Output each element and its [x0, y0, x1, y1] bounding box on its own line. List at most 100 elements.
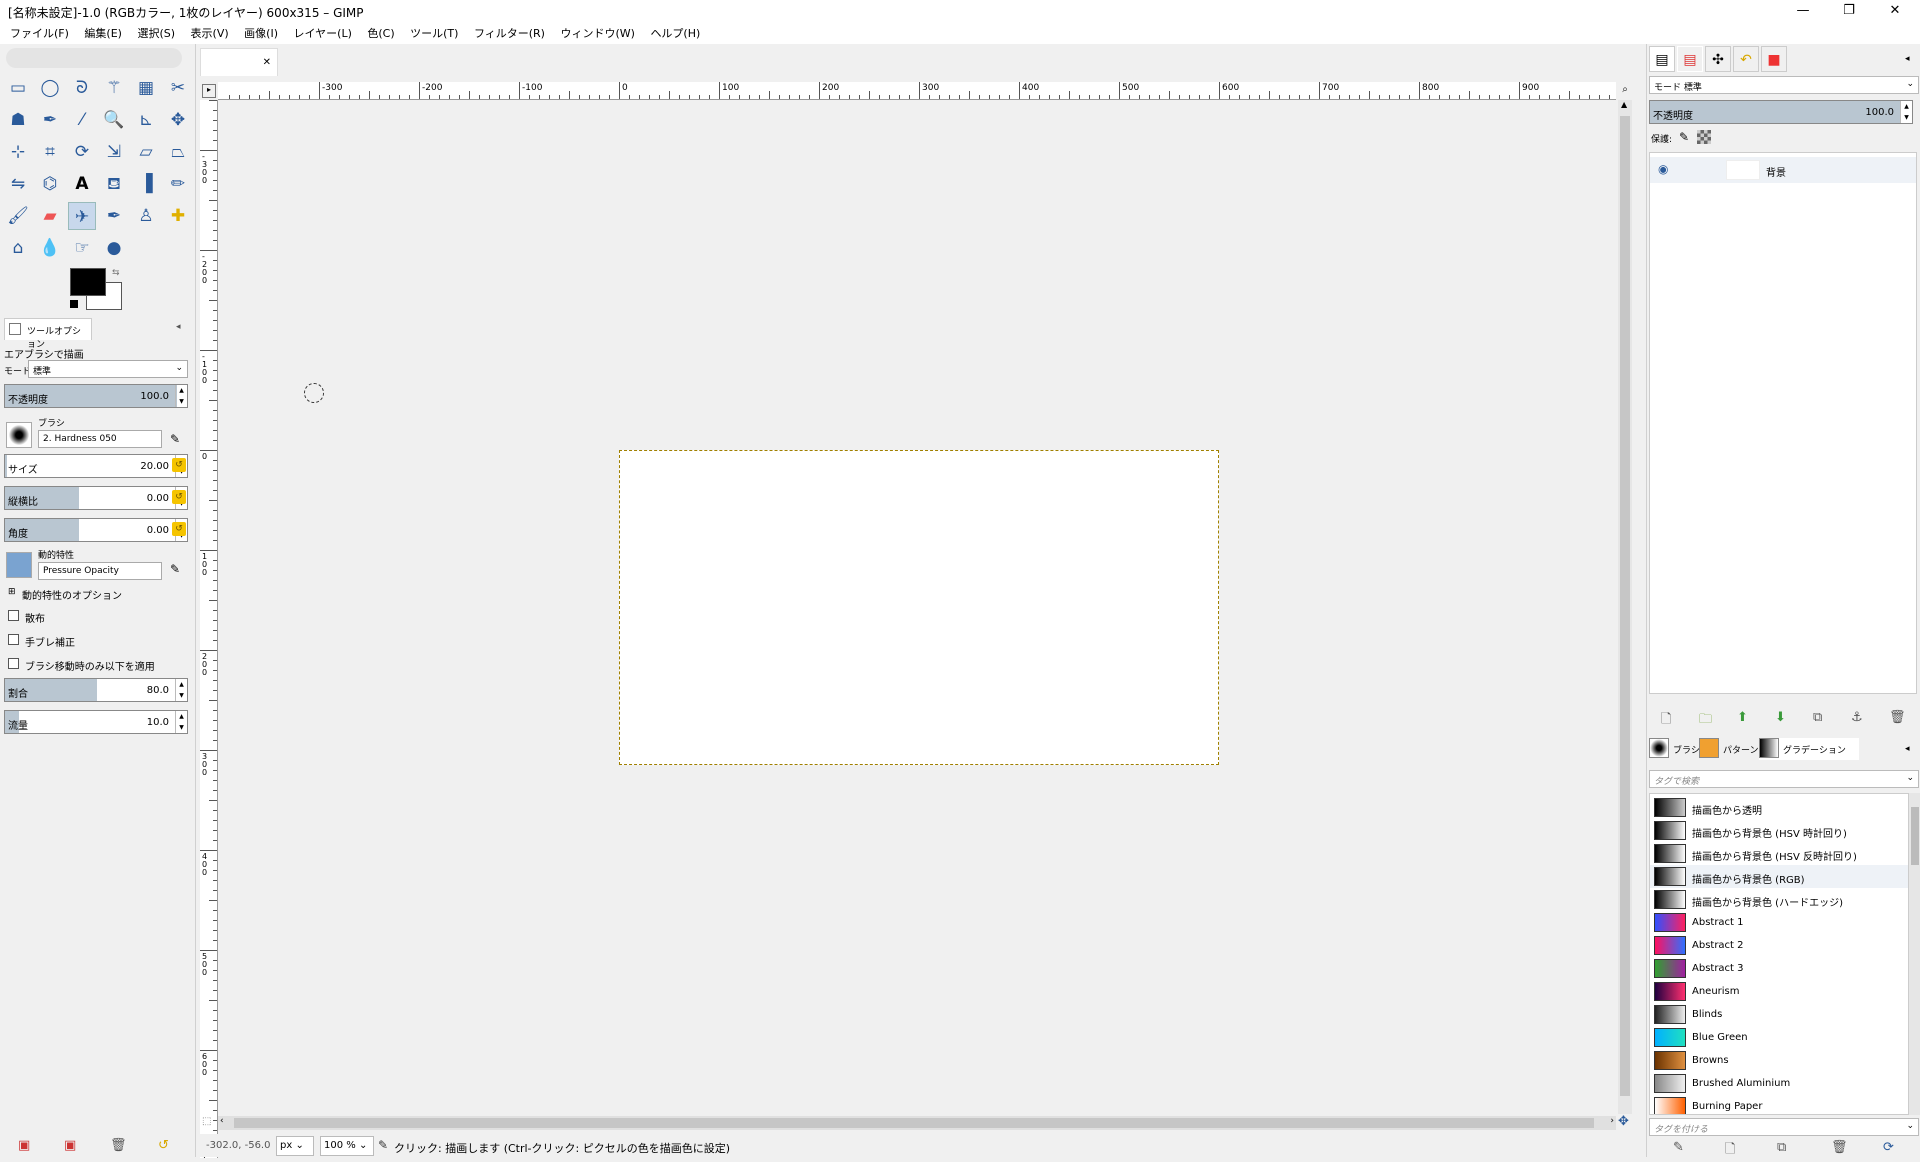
gradient-list-item[interactable]: Blinds	[1650, 1003, 1908, 1026]
gradient-list-item[interactable]: Burning Paper	[1650, 1095, 1908, 1114]
zoom-image-icon[interactable]: ⌕	[1618, 84, 1632, 98]
reset-aspect-icon[interactable]: ↺	[172, 490, 186, 504]
menu-image[interactable]: 画像(I)	[238, 22, 284, 44]
aspect-spinscale[interactable]: 縦横比 0.00 ▲▼	[4, 486, 188, 510]
cage-icon[interactable]: ⌬	[36, 170, 64, 198]
dodge-burn-icon[interactable]: ●	[100, 234, 128, 262]
delete-gradient-icon[interactable]: 🗑	[1831, 1140, 1848, 1155]
ink-icon[interactable]: ✒	[100, 202, 128, 230]
dynamics-name-field[interactable]: Pressure Opacity	[38, 562, 162, 580]
save-options-icon[interactable]: ▣	[18, 1138, 30, 1153]
scale-icon[interactable]: ⇲	[100, 138, 128, 166]
tab-images[interactable]: ■	[1761, 46, 1787, 72]
gradient-list-item[interactable]: Abstract 2	[1650, 934, 1908, 957]
brush-name-field[interactable]: 2. Hardness 050	[38, 430, 162, 448]
close-tab-icon[interactable]: ✕	[263, 57, 271, 68]
gradient-list-item[interactable]: 描画色から背景色 (RGB)	[1650, 865, 1908, 888]
shear-icon[interactable]: ▱	[132, 138, 160, 166]
ellipse-select-icon[interactable]: ◯	[36, 74, 64, 102]
edit-gradient-icon[interactable]: ✎	[1673, 1140, 1684, 1155]
gradient-list-item[interactable]: 描画色から背景色 (ハードエッジ)	[1650, 888, 1908, 911]
flow-spinscale[interactable]: 流量 10.0 ▲ ▼	[4, 710, 188, 734]
menu-file[interactable]: ファイル(F)	[4, 22, 75, 44]
tab-patterns[interactable]: パターン	[1699, 738, 1759, 760]
opacity-spinscale[interactable]: 不透明度 100.0 ▲ ▼	[4, 384, 188, 408]
blend-icon[interactable]: ▐	[132, 170, 160, 198]
tab-tool-options[interactable]: ツールオプション	[4, 318, 92, 350]
scroll-right-icon[interactable]: ›	[1610, 1116, 1614, 1126]
menu-view[interactable]: 表示(V)	[185, 22, 235, 44]
menu-filters[interactable]: フィルター(R)	[468, 22, 551, 44]
expander-plus-icon[interactable]: ⊞	[8, 587, 16, 597]
alignment-icon[interactable]: ⊹	[4, 138, 32, 166]
heal-icon[interactable]: ✚	[164, 202, 192, 230]
dock-menu-icon[interactable]: ◂	[176, 322, 181, 332]
perspective-clone-icon[interactable]: ⌂	[4, 234, 32, 262]
gradient-list-item[interactable]: Abstract 1	[1650, 911, 1908, 934]
opacity-stepper[interactable]: ▲ ▼	[175, 385, 187, 407]
gradients-scrollbar[interactable]	[1909, 793, 1920, 1115]
fuzzy-select-icon[interactable]: ⚚	[100, 74, 128, 102]
minimize-button[interactable]: —	[1780, 0, 1826, 22]
edit-brush-icon[interactable]: ✎	[170, 432, 180, 446]
text-icon[interactable]: A	[68, 170, 96, 198]
paths-icon[interactable]: ✒	[36, 106, 64, 134]
airbrush-icon[interactable]: ✈	[68, 202, 96, 230]
scroll-up-icon[interactable]: ▲	[1621, 100, 1627, 109]
angle-spinscale[interactable]: 角度 0.00 ▲▼	[4, 518, 188, 542]
horizontal-scrollbar-thumb[interactable]	[234, 1118, 1594, 1128]
swap-colors-icon[interactable]: ⇆	[112, 268, 120, 278]
reset-options-icon[interactable]: ↺	[158, 1138, 169, 1153]
rotate-icon[interactable]: ⟳	[68, 138, 96, 166]
maximize-button[interactable]: ❐	[1826, 0, 1872, 22]
pencil-icon[interactable]: ✏	[164, 170, 192, 198]
tag-search-input[interactable]: タグで検索 ⌄	[1649, 770, 1919, 788]
menu-colors[interactable]: 色(C)	[361, 22, 400, 44]
horizontal-scrollbar[interactable]: ‹ ›	[218, 1116, 1616, 1130]
new-gradient-icon[interactable]: 🗋	[1725, 1140, 1735, 1162]
gradient-list-item[interactable]: Abstract 3	[1650, 957, 1908, 980]
unit-select[interactable]: px ⌄	[276, 1136, 314, 1156]
scroll-left-icon[interactable]: ‹	[220, 1116, 224, 1126]
free-select-icon[interactable]: ᘐ	[68, 74, 96, 102]
delete-layer-icon[interactable]: 🗑	[1889, 710, 1906, 725]
image-canvas[interactable]	[619, 450, 1219, 765]
edit-dynamics-icon[interactable]: ✎	[170, 562, 180, 576]
raise-layer-icon[interactable]: ⬆	[1737, 710, 1748, 725]
menu-select[interactable]: 選択(S)	[131, 22, 181, 44]
new-layer-icon[interactable]: 🗋	[1661, 710, 1671, 732]
tab-undo[interactable]: ↶	[1733, 46, 1759, 72]
navigate-icon[interactable]: ✥	[1618, 1114, 1629, 1129]
gradient-list-item[interactable]: 描画色から背景色 (HSV 反時計回り)	[1650, 842, 1908, 865]
refresh-gradients-icon[interactable]: ⟳	[1883, 1140, 1894, 1155]
zoom-icon[interactable]: 🔍	[100, 106, 128, 134]
color-select-icon[interactable]: ▦	[132, 74, 160, 102]
layer-opacity-stepper[interactable]: ▲ ▼	[1900, 101, 1912, 123]
menu-layer[interactable]: レイヤー(L)	[287, 22, 357, 44]
gradients-scrollbar-thumb[interactable]	[1911, 807, 1919, 865]
smoothing-checkbox[interactable]	[8, 634, 19, 645]
tab-channels[interactable]: ▤	[1677, 46, 1703, 72]
eraser-icon[interactable]: ▰	[36, 202, 64, 230]
reset-size-icon[interactable]: ↺	[172, 458, 186, 472]
dynamics-preview-icon[interactable]	[6, 552, 32, 578]
scissors-icon[interactable]: ✂	[164, 74, 192, 102]
rate-stepper[interactable]: ▲ ▼	[175, 679, 187, 701]
reset-angle-icon[interactable]: ↺	[172, 522, 186, 536]
smudge-icon[interactable]: ☞	[68, 234, 96, 262]
dynamics-options-expander[interactable]: 動的特性のオプション	[22, 587, 122, 602]
delete-options-icon[interactable]: 🗑	[110, 1138, 127, 1153]
brush-preview[interactable]	[6, 422, 32, 448]
clone-icon[interactable]: ♙	[132, 202, 160, 230]
tag-assign-input[interactable]: タグを付ける ⌄	[1649, 1118, 1919, 1136]
new-layer-group-icon[interactable]: 🗀	[1699, 710, 1712, 732]
layer-row[interactable]: ◉ 背景	[1650, 157, 1916, 183]
menu-edit[interactable]: 編集(E)	[78, 22, 128, 44]
gradient-list-item[interactable]: 描画色から背景色 (HSV 時計回り)	[1650, 819, 1908, 842]
vertical-scrollbar-thumb[interactable]	[1620, 116, 1630, 1096]
layer-name[interactable]: 背景	[1766, 164, 1786, 179]
mode-select[interactable]: 標準 ⌄	[28, 360, 188, 378]
anchor-layer-icon[interactable]: ⚓	[1851, 710, 1863, 725]
bucket-fill-icon[interactable]: ⛾	[100, 170, 128, 198]
rect-select-icon[interactable]: ▭	[4, 74, 32, 102]
